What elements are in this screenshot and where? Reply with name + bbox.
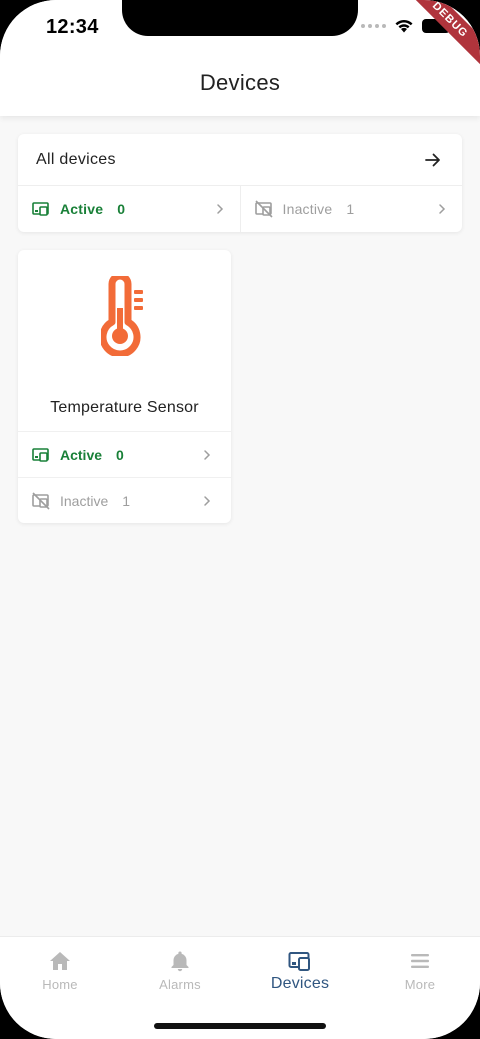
all-devices-status-row: Active 0 Inactive 1 (18, 186, 462, 232)
devices-icon (32, 447, 49, 462)
all-devices-card: All devices Active 0 Inactive 1 (18, 134, 462, 232)
all-devices-header[interactable]: All devices (18, 134, 462, 186)
thermometer-icon (100, 276, 143, 356)
home-indicator[interactable] (154, 1023, 326, 1029)
devices-off-icon (32, 491, 50, 510)
nav-devices-label: Devices (270, 975, 330, 992)
app-bar: Devices (0, 58, 480, 116)
device-name: Temperature Sensor (50, 399, 199, 416)
inactive-label: Inactive (60, 492, 109, 509)
device-inactive-button[interactable]: Inactive 1 (18, 477, 231, 523)
chevron-right-icon (439, 204, 446, 214)
active-count: 0 (117, 201, 126, 217)
inactive-count: 1 (122, 492, 131, 509)
home-icon (50, 952, 70, 970)
chevron-right-icon (204, 495, 211, 506)
page-title: Devices (199, 70, 281, 95)
devices-off-icon (254, 200, 273, 218)
chevron-right-icon (204, 449, 211, 460)
device-active-button[interactable]: Active 0 (18, 431, 231, 477)
all-devices-title: All devices (36, 150, 116, 168)
cellular-icon (361, 23, 386, 28)
active-count: 0 (116, 446, 124, 463)
device-icon-wrap (18, 276, 231, 356)
status-bar: 12:34 (0, 0, 480, 58)
all-devices-inactive-button[interactable]: Inactive 1 (239, 186, 463, 232)
notch (122, 0, 358, 36)
active-label: Active (60, 446, 103, 463)
nav-home-label: Home (42, 977, 78, 992)
active-label: Active (60, 201, 104, 217)
chevron-right-icon (216, 204, 223, 214)
all-devices-active-button[interactable]: Active 0 (18, 186, 240, 232)
devices-icon (288, 952, 310, 971)
nav-more[interactable]: More (360, 937, 480, 1039)
nav-more-label: More (404, 977, 436, 992)
device-card-temperature-sensor[interactable]: Temperature Sensor Active 0 Inactive 1 (18, 250, 231, 523)
nav-home[interactable]: Home (0, 937, 120, 1039)
bell-icon (171, 951, 189, 972)
status-time: 12:34 (46, 16, 99, 38)
nav-alarms-label: Alarms (159, 977, 201, 992)
phone-screen: 12:34 DEBUG Devices All devices Active 0… (0, 0, 480, 1039)
devices-icon (32, 202, 49, 216)
arrow-right-icon (425, 153, 440, 166)
wifi-icon (395, 19, 413, 33)
menu-icon (411, 954, 429, 968)
inactive-label: Inactive (282, 201, 333, 217)
inactive-count: 1 (346, 201, 355, 217)
